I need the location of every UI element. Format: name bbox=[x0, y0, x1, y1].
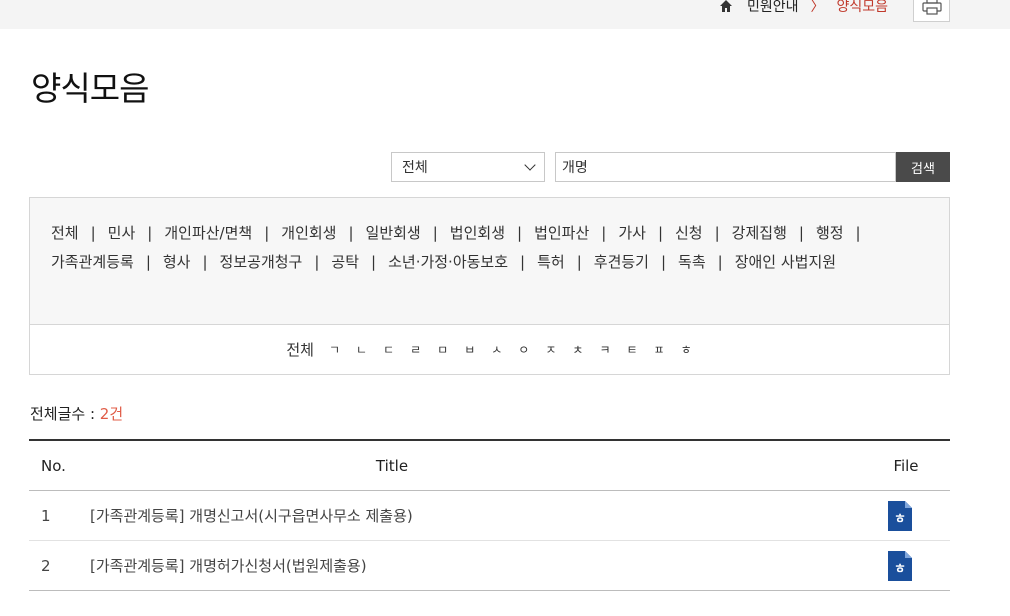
forms-table: No. Title File 1 [가족관계등록] 개명신고서(시구읍면사무소 제… bbox=[29, 439, 950, 591]
category-link[interactable]: 신청 bbox=[675, 224, 703, 242]
category-separator: | bbox=[202, 253, 208, 271]
category-link[interactable]: 개인파산/면책 bbox=[164, 224, 252, 242]
category-link[interactable]: 가족관계등록 bbox=[51, 253, 134, 271]
chevron-down-icon bbox=[524, 159, 536, 171]
category-link[interactable]: 후견등기 bbox=[594, 253, 649, 271]
table-row: 2 [가족관계등록] 개명허가신청서(법원제출용) ㅎ bbox=[29, 541, 950, 591]
category-separator: | bbox=[264, 224, 270, 242]
category-separator: | bbox=[348, 224, 354, 242]
category-separator: | bbox=[601, 224, 607, 242]
print-button[interactable] bbox=[913, 0, 950, 22]
row-file: ㅎ bbox=[850, 550, 950, 581]
total-count: 전체글수 : 2건 bbox=[30, 403, 123, 424]
category-link[interactable]: 공탁 bbox=[331, 253, 359, 271]
category-separator: | bbox=[314, 253, 320, 271]
category-link[interactable]: 소년·가정·아동보호 bbox=[388, 253, 508, 271]
consonant-link[interactable]: ㅇ bbox=[518, 341, 529, 358]
category-link[interactable]: 정보공개청구 bbox=[220, 253, 303, 271]
category-link[interactable]: 가사 bbox=[618, 224, 646, 242]
consonant-filter-bar: 전체 ㄱㄴㄷㄹㅁㅂㅅㅇㅈㅊㅋㅌㅍㅎ bbox=[29, 324, 950, 375]
category-link[interactable]: 법인회생 bbox=[450, 224, 505, 242]
search-button[interactable]: 검색 bbox=[896, 152, 950, 182]
hwp-file-icon[interactable]: ㅎ bbox=[888, 500, 912, 531]
category-link[interactable]: 법인파산 bbox=[534, 224, 589, 242]
category-separator: | bbox=[371, 253, 377, 271]
category-filter-box: 전체 | 민사 | 개인파산/면책 | 개인회생 | 일반회생 | 법인회생 | 법인파산 | 가사 | 신청 |… bbox=[29, 197, 950, 325]
category-separator: | bbox=[660, 253, 667, 271]
consonant-link[interactable]: ㅊ bbox=[572, 341, 583, 358]
category-link[interactable]: 일반회생 bbox=[366, 224, 421, 242]
consonant-link[interactable]: ㄴ bbox=[356, 341, 367, 358]
category-separator: | bbox=[517, 224, 523, 242]
category-separator: | bbox=[520, 253, 526, 271]
search-input[interactable] bbox=[555, 152, 896, 182]
home-icon[interactable] bbox=[719, 0, 733, 13]
row-number: 2 bbox=[41, 556, 51, 575]
category-separator: | bbox=[145, 253, 151, 271]
consonant-link[interactable]: ㄹ bbox=[410, 341, 421, 358]
category-link[interactable]: 전체 bbox=[51, 224, 79, 242]
category-separator: | bbox=[714, 224, 720, 242]
category-separator: | bbox=[717, 253, 723, 271]
consonant-link[interactable]: ㅂ bbox=[464, 341, 475, 358]
category-separator: | bbox=[855, 224, 861, 242]
consonant-link[interactable]: ㅎ bbox=[681, 341, 692, 358]
breadcrumb-current: 양식모음 bbox=[836, 0, 888, 15]
category-separator: | bbox=[657, 224, 663, 242]
total-count-label: 전체글수 : bbox=[30, 405, 100, 423]
consonant-link[interactable]: ㅌ bbox=[626, 341, 637, 358]
breadcrumb-separator: 〉 bbox=[810, 0, 825, 15]
consonant-link[interactable]: ㅍ bbox=[654, 341, 665, 358]
category-select[interactable]: 전체 bbox=[391, 152, 545, 182]
category-link[interactable]: 개인회생 bbox=[281, 224, 336, 242]
category-separator: | bbox=[576, 253, 582, 271]
svg-text:ㅎ: ㅎ bbox=[894, 512, 906, 527]
category-separator: | bbox=[432, 224, 438, 242]
consonant-link[interactable]: ㅈ bbox=[545, 341, 556, 358]
breadcrumb-parent[interactable]: 민원안내 bbox=[747, 0, 799, 16]
search-bar: 전체 검색 bbox=[391, 152, 950, 182]
category-select-value: 전체 bbox=[402, 160, 428, 176]
page-title: 양식모음 bbox=[31, 69, 149, 108]
category-list: 전체 | 민사 | 개인파산/면책 | 개인회생 | 일반회생 | 법인회생 | 법인파산 | 가사 | 신청 |… bbox=[51, 219, 901, 277]
consonant-link[interactable]: ㅅ bbox=[491, 341, 502, 358]
total-count-value: 2건 bbox=[99, 405, 124, 423]
consonant-link[interactable]: ㅋ bbox=[599, 341, 610, 358]
consonant-all[interactable]: 전체 bbox=[286, 339, 314, 360]
consonant-link[interactable]: ㄷ bbox=[383, 341, 394, 358]
category-link[interactable]: 독촉 bbox=[678, 253, 706, 271]
category-link[interactable]: 장애인 사법지원 bbox=[735, 253, 836, 271]
header-file: File bbox=[893, 456, 919, 475]
breadcrumb: 민원안내 〉 양식모음 bbox=[719, 0, 888, 18]
row-file: ㅎ bbox=[850, 500, 950, 531]
printer-icon bbox=[921, 0, 942, 15]
table-header: No. Title File bbox=[29, 441, 950, 491]
hwp-file-icon[interactable]: ㅎ bbox=[888, 550, 912, 581]
category-link[interactable]: 민사 bbox=[108, 224, 136, 242]
consonant-link[interactable]: ㅁ bbox=[437, 341, 448, 358]
row-number: 1 bbox=[41, 506, 51, 525]
category-link[interactable]: 형사 bbox=[163, 253, 191, 271]
consonant-link[interactable]: ㄱ bbox=[329, 341, 340, 358]
svg-text:ㅎ: ㅎ bbox=[894, 562, 906, 577]
header-no: No. bbox=[41, 456, 66, 475]
category-link[interactable]: 강제집행 bbox=[732, 224, 787, 242]
table-row: 1 [가족관계등록] 개명신고서(시구읍면사무소 제출용) ㅎ bbox=[29, 491, 950, 541]
header-title: Title bbox=[375, 456, 409, 475]
category-separator: | bbox=[147, 224, 153, 242]
category-link[interactable]: 행정 bbox=[816, 224, 844, 242]
row-title-link[interactable]: [가족관계등록] 개명신고서(시구읍면사무소 제출용) bbox=[84, 505, 850, 526]
table-body: 1 [가족관계등록] 개명신고서(시구읍면사무소 제출용) ㅎ 2 [가족관계등록] 개… bbox=[29, 491, 950, 591]
category-separator: | bbox=[798, 224, 804, 242]
category-link[interactable]: 특허 bbox=[537, 253, 565, 271]
top-bar: 민원안내 〉 양식모음 bbox=[0, 0, 1010, 29]
category-separator: | bbox=[90, 224, 96, 242]
row-title-link[interactable]: [가족관계등록] 개명허가신청서(법원제출용) bbox=[84, 555, 850, 576]
